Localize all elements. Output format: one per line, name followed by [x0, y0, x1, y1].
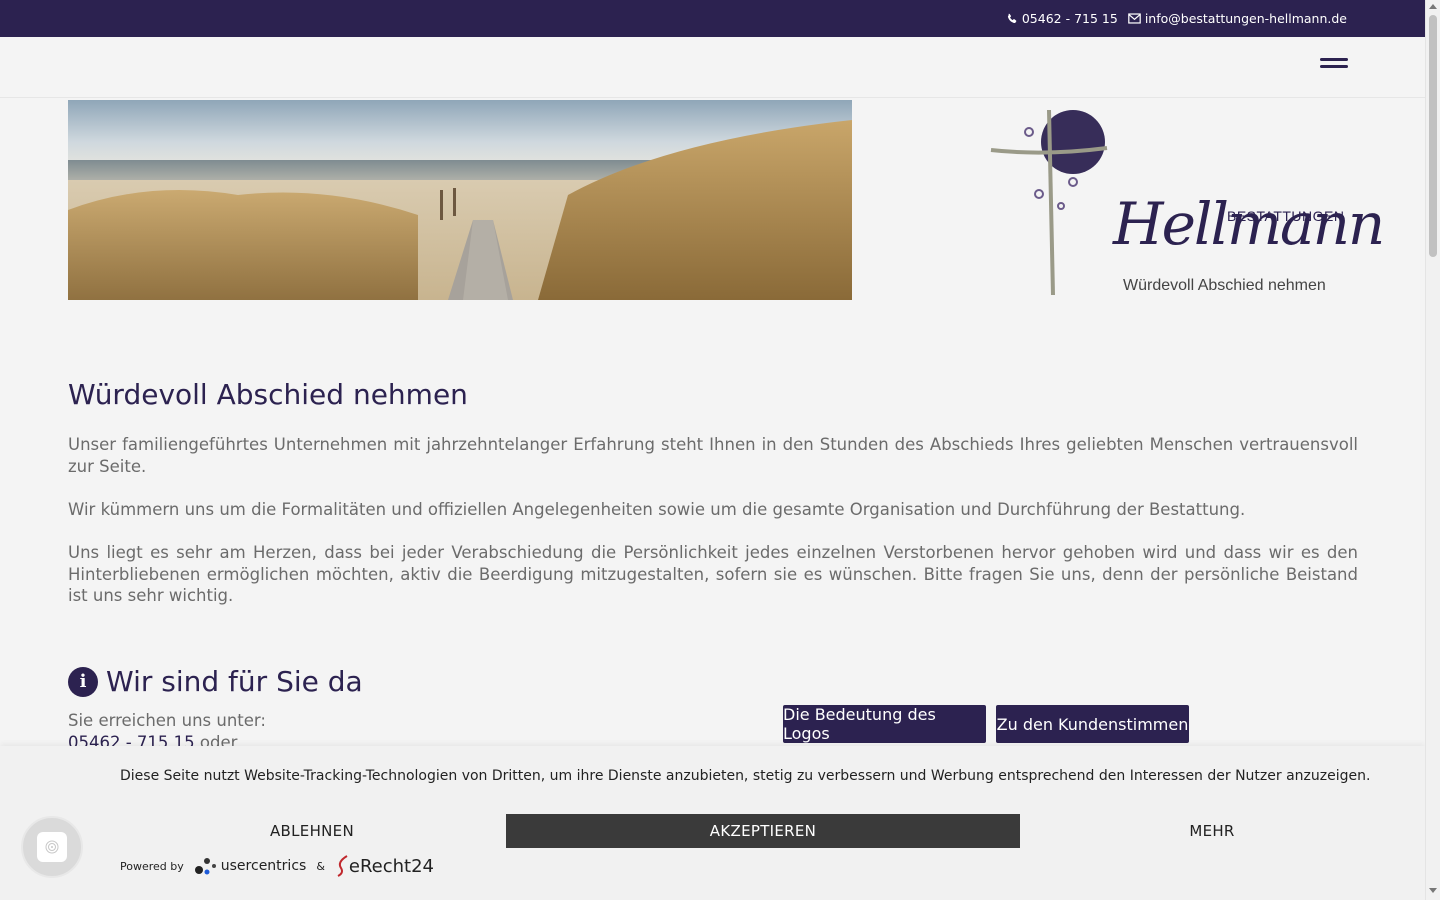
phone-icon — [1007, 13, 1017, 23]
accept-button[interactable]: AKZEPTIEREN — [506, 814, 1020, 848]
decline-button[interactable]: ABLEHNEN — [120, 814, 504, 848]
company-logo[interactable]: BESTATTUNGEN Hellmann Würdevoll Abschied… — [985, 100, 1385, 300]
contact-info: 05462 - 715 15 info@bestattungen-hellman… — [1006, 11, 1347, 26]
phone-text: 05462 - 715 15 — [1021, 11, 1118, 26]
cookie-text: Diese Seite nutzt Website-Tracking-Techn… — [120, 768, 1371, 784]
hero-beach-image — [68, 100, 852, 300]
scroll-down-arrow-icon[interactable] — [1429, 888, 1437, 893]
ampersand: & — [316, 859, 325, 873]
envelope-icon — [1128, 13, 1141, 24]
email-text: info@bestattungen-hellmann.de — [1144, 11, 1347, 26]
cookie-banner: Diese Seite nutzt Website-Tracking-Techn… — [0, 746, 1425, 900]
logo-wordmark: Hellmann — [1113, 190, 1385, 258]
page-title: Würdevoll Abschied nehmen — [68, 378, 468, 411]
reach-label: Sie erreichen uns unter: — [68, 711, 266, 730]
erecht24-text: eRecht24 — [348, 855, 435, 877]
powered-by-label: Powered by — [120, 859, 184, 873]
reviews-button[interactable]: Zu den Kundenstimmen — [996, 705, 1189, 743]
email-link[interactable]: info@bestattungen-hellmann.de — [1128, 11, 1347, 26]
usercentrics-text: usercentrics — [220, 858, 307, 874]
powered-by: Powered by usercentrics & eRecht24 — [120, 854, 434, 878]
hamburger-menu-icon[interactable] — [1320, 58, 1350, 76]
erecht24-logo[interactable]: eRecht24 — [335, 854, 434, 878]
usercentrics-logo[interactable]: usercentrics — [194, 855, 307, 877]
logo-meaning-button[interactable]: Die Bedeutung des Logos — [783, 705, 986, 743]
section-title: Wir sind für Sie da — [106, 665, 363, 698]
page-scrollbar[interactable] — [1425, 0, 1440, 900]
scroll-up-arrow-icon[interactable] — [1429, 4, 1437, 9]
usercentrics-dots-icon — [194, 858, 216, 875]
privacy-settings-button[interactable] — [21, 816, 83, 878]
intro-paragraph-3: Uns liegt es sehr am Herzen, dass bei je… — [68, 543, 1358, 605]
fingerprint-icon — [37, 832, 67, 862]
top-contact-bar: 05462 - 715 15 info@bestattungen-hellman… — [0, 0, 1425, 37]
info-icon: i — [68, 666, 98, 697]
navbar — [0, 37, 1425, 98]
intro-paragraph-1: Unser familiengeführtes Unternehmen mit … — [68, 435, 1358, 476]
erecht24-swoosh-icon — [337, 855, 348, 877]
phone-link[interactable]: 05462 - 715 15 — [1006, 11, 1118, 26]
more-button[interactable]: MEHR — [1022, 814, 1402, 848]
intro-paragraph-2: Wir kümmern uns um die Formalitäten und … — [68, 500, 1246, 519]
logo-slogan: Würdevoll Abschied nehmen — [1123, 277, 1326, 294]
scroll-thumb[interactable] — [1429, 15, 1437, 257]
section-heading: i Wir sind für Sie da — [68, 665, 363, 698]
